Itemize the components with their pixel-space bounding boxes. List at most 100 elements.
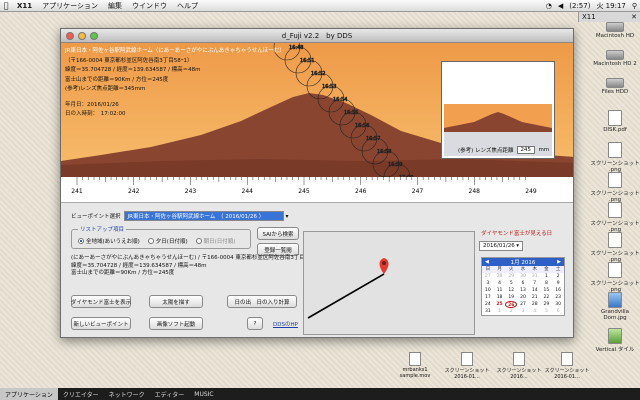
calendar-day[interactable]: 29 <box>541 301 553 308</box>
calendar-day[interactable]: 23 <box>552 294 564 301</box>
dds-homepage-link[interactable]: DDSのHP <box>273 320 298 328</box>
calendar-day[interactable]: 30 <box>517 273 529 280</box>
desktop-icon[interactable]: スクリーンショット .png <box>590 172 640 203</box>
calendar-day[interactable]: 13 <box>517 287 529 294</box>
calendar-day[interactable]: 1 <box>541 273 553 280</box>
calendar-day[interactable]: 28 <box>529 301 541 308</box>
calendar-day[interactable]: 28 <box>494 273 506 280</box>
volume-icon[interactable]: ◀ <box>555 2 566 10</box>
desktop-file[interactable]: スクリーンショット 2016-01... <box>444 352 490 380</box>
calendar-day[interactable]: 16 <box>552 287 564 294</box>
draw-sun-button[interactable]: 太陽を描す <box>149 295 203 308</box>
desktop-icon[interactable]: スクリーンショット .png <box>590 232 640 263</box>
tab-music[interactable]: MUSIC <box>189 388 218 400</box>
calendar-day[interactable]: 6 <box>552 308 564 315</box>
menubar-clock[interactable]: 火 19:17 <box>593 1 628 11</box>
next-month-icon[interactable]: ▶ <box>557 259 561 265</box>
menu-edit[interactable]: 編集 <box>103 1 127 11</box>
window-titlebar[interactable]: d_Fuji v2.2 by DDS <box>61 29 573 43</box>
calendar-day[interactable]: 29 <box>505 273 517 280</box>
calendar-day[interactable]: 3 <box>482 280 494 287</box>
new-viewpoint-button[interactable]: 新しいビューポイント <box>71 317 131 330</box>
battery-status[interactable]: (2:57) <box>566 2 593 10</box>
calendar-day[interactable]: 31 <box>482 308 494 315</box>
tab-applications[interactable]: アプリケーション <box>0 388 58 400</box>
desktop-icon-label: Macintosh HD <box>595 33 635 39</box>
prev-month-icon[interactable]: ◀ <box>485 259 489 265</box>
calendar-day[interactable]: 4 <box>494 280 506 287</box>
calendar-day[interactable]: 27 <box>482 273 494 280</box>
close-icon[interactable]: ✕ <box>631 13 637 21</box>
calendar-day[interactable]: 2 <box>505 308 517 315</box>
spotlight-icon[interactable]: ⚲ <box>629 2 640 10</box>
sunrise-sunset-button[interactable]: 日の出 日の入り計算 <box>227 295 297 308</box>
viewpoint-select[interactable]: JR東日本・阿佐ヶ谷駅阿武線ホーム （ 2016/01/26 ） <box>123 211 284 221</box>
image-soft-button[interactable]: 画像ソフト起動 <box>149 317 203 330</box>
menu-window[interactable]: ウインドウ <box>127 1 172 11</box>
help-button[interactable]: ? <box>247 317 263 330</box>
calendar-day[interactable]: 4 <box>529 308 541 315</box>
calendar-day[interactable]: 31 <box>529 273 541 280</box>
sun-time-label: 16:58 <box>377 149 391 155</box>
calendar-day[interactable]: 3 <box>517 308 529 315</box>
calendar-day[interactable]: 8 <box>541 280 553 287</box>
calendar-day[interactable]: 30 <box>552 301 564 308</box>
sai-search-button[interactable]: SAIから検索 <box>257 227 299 240</box>
calendar-day[interactable]: 25 <box>494 301 506 308</box>
desktop-file[interactable]: mrbanks1 sample.mov <box>392 352 438 379</box>
calendar-day[interactable]: 2 <box>552 273 564 280</box>
radio-sunrise[interactable]: 朝日(日付順) <box>195 237 235 245</box>
desktop-icon[interactable]: Macintosh HD <box>590 22 640 39</box>
date-select[interactable]: 2016/01/26 ▾ <box>479 241 523 251</box>
calendar-day[interactable]: 9 <box>552 280 564 287</box>
desktop-file[interactable]: スクリーンショット 2016-01... <box>544 352 590 380</box>
calendar-day[interactable]: 19 <box>505 294 517 301</box>
tab-editor[interactable]: エディター <box>150 388 190 400</box>
menu-help[interactable]: ヘルプ <box>172 1 203 11</box>
focal-length-input[interactable]: 245 <box>517 146 536 154</box>
calendar-day[interactable]: 20 <box>517 294 529 301</box>
desktop-icon[interactable]: Grandvilla Dom.jpg <box>590 292 640 321</box>
menu-app[interactable]: X11 <box>12 2 37 10</box>
calendar-day[interactable]: 12 <box>505 287 517 294</box>
calendar-day[interactable]: 21 <box>529 294 541 301</box>
file-icon <box>409 352 421 366</box>
tab-creator[interactable]: クリエイター <box>58 388 104 400</box>
calendar-day[interactable]: 11 <box>494 287 506 294</box>
desktop-icon[interactable]: スクリーンショット .png <box>590 202 640 233</box>
desktop-icon[interactable]: Macintosh HD 2 <box>590 50 640 67</box>
diamond-fuji-button[interactable]: ダイヤモンド富士を表示 <box>71 295 131 308</box>
calendar-day[interactable]: 18 <box>494 294 506 301</box>
calendar-day[interactable]: 5 <box>505 280 517 287</box>
calendar-day[interactable]: 24 <box>482 301 494 308</box>
calendar-day[interactable]: 26 <box>505 301 518 308</box>
wifi-icon[interactable]: ◔ <box>543 2 555 10</box>
desktop-icon[interactable]: DISK.pdf <box>590 110 640 133</box>
radio-all-regions[interactable]: 全地域(あいうえお順) <box>78 237 140 245</box>
menu-applications[interactable]: アプリケーション <box>37 1 103 11</box>
calendar-day[interactable]: 27 <box>517 301 529 308</box>
radio-dot-icon <box>147 238 154 244</box>
calendar-day[interactable]: 5 <box>541 308 553 315</box>
radio-sunset[interactable]: 夕日(日付順) <box>147 237 188 245</box>
tab-network[interactable]: ネットワーク <box>104 388 150 400</box>
calendar-day[interactable]: 14 <box>529 287 541 294</box>
calendar-day[interactable]: 22 <box>541 294 553 301</box>
diamond-days-title: ダイヤモンド富士が見える日 <box>481 231 553 237</box>
calendar-day[interactable]: 6 <box>517 280 529 287</box>
calendar-day[interactable]: 15 <box>541 287 553 294</box>
calendar-day[interactable]: 7 <box>529 280 541 287</box>
calendar-day[interactable]: 17 <box>482 294 494 301</box>
x11-window-tab[interactable]: X11 ✕ <box>578 12 640 22</box>
apple-icon[interactable]:  <box>0 1 12 10</box>
calendar-day[interactable]: 10 <box>482 287 494 294</box>
desktop-icon[interactable]: Files HDD <box>590 78 640 95</box>
chevron-down-icon[interactable]: ▾ <box>286 213 289 220</box>
desktop-icon[interactable]: Vertical タイル <box>590 328 640 353</box>
desktop-icon[interactable]: スクリーンショット .png <box>590 142 640 173</box>
desktop-file[interactable]: スクリーンショット 2016... <box>496 352 542 380</box>
desktop-icon[interactable]: スクリーンショット .png <box>590 262 640 293</box>
radio-dot-icon <box>195 238 202 244</box>
map-view[interactable] <box>303 231 475 335</box>
calendar-day[interactable]: 1 <box>494 308 506 315</box>
